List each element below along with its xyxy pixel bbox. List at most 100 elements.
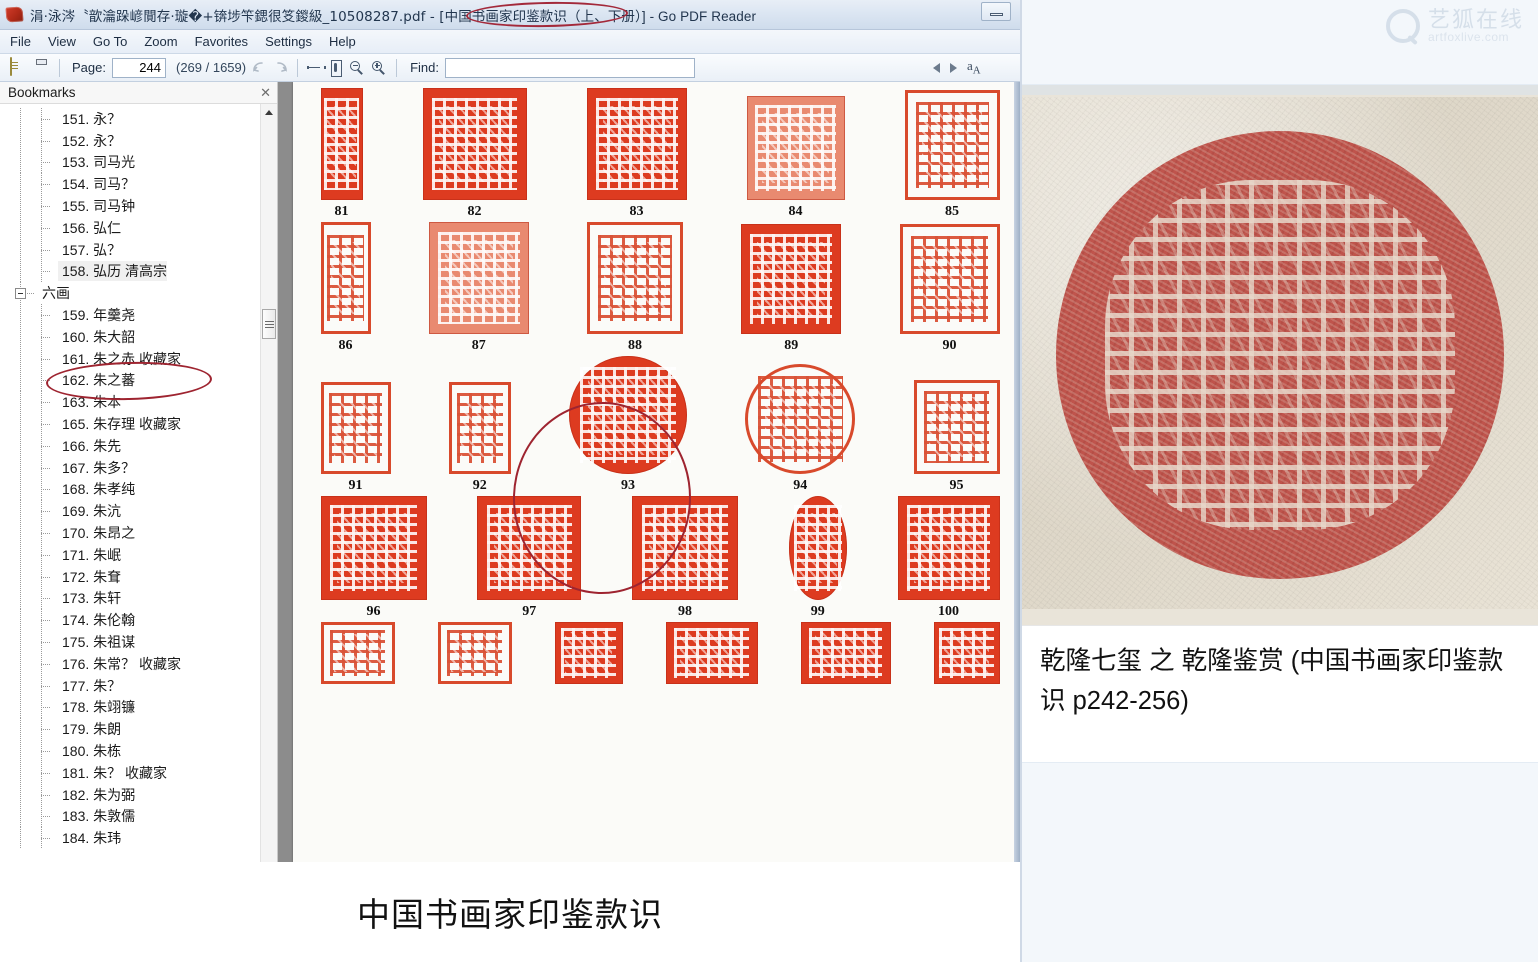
bookmark-item[interactable]: 184. 朱玮	[0, 827, 260, 849]
seal-cell: 100	[897, 496, 1000, 620]
bookmark-label: 173. 朱轩	[62, 590, 122, 607]
close-icon[interactable]: ✕	[260, 85, 271, 101]
menu-item-zoom[interactable]: Zoom	[144, 34, 177, 49]
tree-tick	[41, 772, 50, 774]
bookmark-item[interactable]: 155. 司马钟	[0, 195, 260, 217]
bookmark-item[interactable]: 156. 弘仁	[0, 216, 260, 239]
seal-impression	[320, 622, 395, 684]
menu-item-favorites[interactable]: Favorites	[195, 34, 248, 49]
zoom-out-icon[interactable]	[349, 60, 365, 76]
scroll-up-arrow-icon[interactable]	[261, 104, 277, 121]
bookmark-label: 151. 永？	[62, 110, 122, 127]
triangle-left-icon[interactable]	[933, 62, 940, 73]
pdf-page-view[interactable]: 81 82 83 84 85 86 87 88 89 90 91 92 93 94 95 96 97 98 99 10…	[278, 82, 1020, 862]
seal-cell: 93	[569, 356, 687, 494]
collapse-toggle-icon[interactable]	[15, 288, 26, 300]
find-navigation: aA	[933, 58, 981, 77]
seal-cell: 97	[477, 496, 582, 620]
arrow-forward-icon[interactable]	[273, 61, 288, 75]
bookmark-tree-guide	[0, 260, 58, 283]
bookmark-tree-guide	[0, 325, 58, 348]
seal-cell	[933, 622, 1000, 688]
menu-item-file[interactable]: File	[10, 34, 31, 49]
zoom-in-icon[interactable]	[371, 60, 387, 76]
bookmark-item[interactable]: 157. 弘？	[0, 238, 260, 261]
seal-number: 90	[942, 338, 957, 353]
bookmark-item[interactable]: 152. 永？	[0, 129, 260, 152]
minimize-button[interactable]	[981, 2, 1011, 21]
arrow-back-icon[interactable]	[252, 61, 267, 75]
bookmark-item[interactable]: 181. 朱？ 收藏家	[0, 761, 260, 784]
seal-impression	[448, 382, 511, 474]
bookmark-item[interactable]: 166. 朱先	[0, 434, 260, 457]
bookmark-item[interactable]: 163. 朱本	[0, 391, 260, 413]
minimize-icon	[989, 13, 1003, 16]
bookmark-item[interactable]: 175. 朱祖谋	[0, 631, 260, 653]
bookmark-item[interactable]: 159. 年羹尧	[0, 304, 260, 326]
bookmark-item[interactable]: 180. 朱栋	[0, 740, 260, 762]
watermark-en: artfoxlive.com	[1427, 30, 1510, 45]
bookmark-tree-guide	[0, 456, 58, 479]
seal-cell	[800, 622, 891, 688]
bookmark-item[interactable]: 154. 司马？	[0, 173, 260, 195]
bookmark-item[interactable]: 165. 朱存理 收藏家	[0, 413, 260, 435]
pdf-body: Bookmarks ✕ 151. 永？ 152. 永？ 153. 司马光 154. 司…	[0, 82, 1020, 862]
seal-cell: 86	[320, 222, 371, 354]
seal-impression	[632, 496, 738, 600]
bookmark-item[interactable]: 178. 朱翊镰	[0, 696, 260, 719]
seal-impression	[320, 496, 427, 600]
bookmark-item[interactable]: 158. 弘历 清高宗	[0, 260, 260, 283]
seal-cell: 90	[899, 224, 1000, 354]
seal-cell: 98	[632, 496, 738, 620]
menu-item-help[interactable]: Help	[329, 34, 356, 49]
bookmark-label: 178. 朱翊镰	[62, 699, 136, 716]
bookmark-item[interactable]: 172. 朱耷	[0, 565, 260, 588]
bookmark-label: 168. 朱孝纯	[62, 481, 136, 498]
toolbar-separator	[59, 58, 60, 77]
bookmark-item[interactable]: 167. 朱多？	[0, 456, 260, 479]
document-icon[interactable]	[8, 57, 26, 77]
bottom-caption: 中国书画家印鉴款识	[0, 862, 1020, 962]
bookmark-item[interactable]: 182. 朱为弼	[0, 783, 260, 806]
bookmark-item[interactable]: 177. 朱？	[0, 674, 260, 697]
bookmark-item[interactable]: 179. 朱朗	[0, 718, 260, 740]
printer-icon[interactable]	[32, 58, 50, 77]
fit-page-icon[interactable]	[328, 60, 343, 77]
find-label: Find:	[410, 60, 439, 75]
bookmark-group[interactable]: 六画	[0, 282, 260, 304]
bookmark-item[interactable]: 161. 朱之赤 收藏家	[0, 347, 260, 370]
bookmark-label: 184. 朱玮	[62, 830, 122, 847]
bookmark-label: 170. 朱昂之	[62, 525, 136, 542]
bookmark-item[interactable]: 176. 朱常？ 收藏家	[0, 652, 260, 675]
seal-impression	[665, 622, 758, 684]
bookmark-item[interactable]: 170. 朱昂之	[0, 522, 260, 544]
bookmark-label: 183. 朱敦儒	[62, 808, 136, 825]
bookmark-item[interactable]: 183. 朱敦儒	[0, 805, 260, 828]
menu-item-settings[interactable]: Settings	[265, 34, 312, 49]
match-case-icon[interactable]: aA	[967, 58, 981, 77]
menu-item-goto[interactable]: Go To	[93, 34, 127, 49]
bookmark-item[interactable]: 174. 朱伦翰	[0, 609, 260, 631]
menu-item-view[interactable]: View	[48, 34, 76, 49]
bookmark-item[interactable]: 173. 朱轩	[0, 587, 260, 610]
seal-photograph[interactable]	[1022, 85, 1538, 625]
bookmark-item[interactable]: 169. 朱沆	[0, 500, 260, 522]
bookmark-item[interactable]: 151. 永？	[0, 108, 260, 130]
bookmark-label: 167. 朱多？	[62, 459, 136, 476]
triangle-right-icon[interactable]	[950, 62, 957, 73]
bookmark-tree-guide	[0, 500, 58, 522]
bookmark-item[interactable]: 171. 朱岷	[0, 543, 260, 566]
bookmark-label: 166. 朱先	[62, 437, 122, 454]
fit-width-icon[interactable]	[307, 60, 327, 75]
bookmark-item[interactable]: 153. 司马光	[0, 151, 260, 174]
bookmark-tree-guide	[0, 718, 58, 740]
page-input[interactable]	[111, 57, 166, 78]
bookmark-item[interactable]: 168. 朱孝纯	[0, 478, 260, 501]
bookmark-tree-guide	[0, 674, 58, 697]
seal-number: 91	[348, 478, 363, 493]
scrollbar-thumb[interactable]	[262, 309, 276, 339]
find-input[interactable]	[445, 57, 695, 78]
bookmark-item[interactable]: 160. 朱大韶	[0, 325, 260, 348]
bookmarks-scrollbar[interactable]	[260, 104, 277, 862]
bookmark-item[interactable]: 162. 朱之蕃	[0, 369, 260, 392]
